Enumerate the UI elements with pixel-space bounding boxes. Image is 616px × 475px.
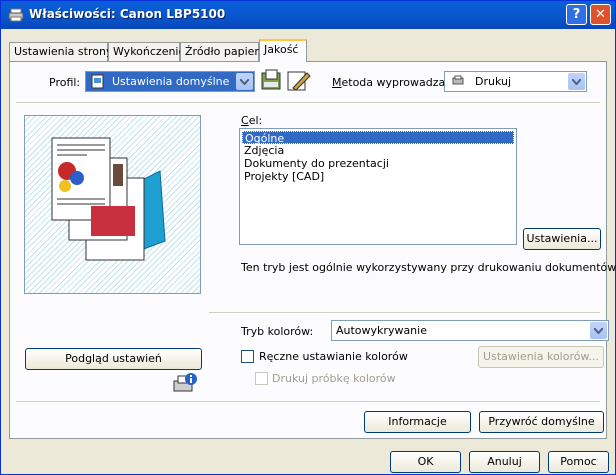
list-item[interactable]: Zdjęcia (242, 144, 514, 157)
color-mode-value: Autowykrywanie (336, 324, 427, 337)
settings-preview-image (24, 115, 201, 294)
cancel-button[interactable]: Anuluj (469, 451, 540, 473)
help-button[interactable]: Pomoc (548, 451, 609, 473)
target-settings-button[interactable]: Ustawienia... (523, 228, 601, 250)
printer-icon (8, 8, 24, 22)
help-title-button[interactable]: ? (566, 4, 587, 25)
profile-select[interactable]: Ustawienia domyślne (85, 71, 255, 92)
output-method-value: Drukuj (475, 75, 512, 88)
manual-color-checkbox[interactable] (241, 350, 254, 363)
add-profile-icon[interactable] (259, 69, 285, 93)
profile-icon (91, 74, 104, 89)
profile-value: Ustawienia domyślne (112, 75, 230, 88)
preview-settings-button[interactable]: Podgląd ustawień (25, 348, 202, 370)
chevron-down-icon[interactable] (236, 73, 253, 90)
tab-paper-source[interactable]: Źródło papieru (180, 42, 266, 61)
restore-defaults-button[interactable]: Przywróć domyślne (479, 411, 604, 433)
tab-page-setup[interactable]: Ustawienia strony (9, 42, 112, 61)
profile-label: Profil: (49, 76, 81, 89)
tab-finishing[interactable]: Wykończenie (108, 42, 185, 61)
target-description: Ten tryb jest ogólnie wykorzystywany prz… (241, 261, 616, 274)
printer-icon (452, 75, 464, 85)
close-button[interactable]: ✕ (590, 4, 611, 25)
target-label: Cel: (241, 114, 263, 127)
info-button[interactable]: Informacje (364, 411, 471, 433)
window-title: Właściwości: Canon LBP5100 (29, 7, 226, 21)
chevron-down-icon[interactable] (590, 322, 607, 339)
color-mode-label: Tryb kolorów: (241, 325, 314, 338)
output-method-select[interactable]: Drukuj (444, 71, 587, 92)
properties-dialog: Właściwości: Canon LBP5100 ? ✕ Ustawieni… (0, 0, 616, 475)
printer-info-icon[interactable] (172, 372, 198, 396)
manual-color-label: Ręczne ustawianie kolorów (259, 350, 408, 363)
color-mode-select[interactable]: Autowykrywanie (331, 320, 609, 341)
print-sample-label: Drukuj próbkę kolorów (272, 372, 396, 385)
divider (16, 102, 600, 104)
title-bar[interactable]: Właściwości: Canon LBP5100 ? ✕ (1, 1, 615, 29)
print-sample-checkbox[interactable] (255, 372, 268, 385)
list-item[interactable]: Projekty [CAD] (242, 170, 514, 183)
divider (209, 312, 600, 314)
color-settings-button[interactable]: Ustawienia kolorów... (478, 346, 604, 368)
list-item[interactable]: Dokumenty do prezentacji (242, 157, 514, 170)
target-list[interactable]: Ogólne Zdjęcia Dokumenty do prezentacji … (239, 128, 517, 245)
ok-button[interactable]: OK (390, 451, 461, 473)
edit-profile-icon[interactable] (285, 69, 311, 93)
divider (16, 401, 600, 403)
list-item[interactable]: Ogólne (242, 131, 514, 145)
tab-quality[interactable]: Jakość (259, 39, 307, 62)
chevron-down-icon[interactable] (568, 73, 585, 90)
